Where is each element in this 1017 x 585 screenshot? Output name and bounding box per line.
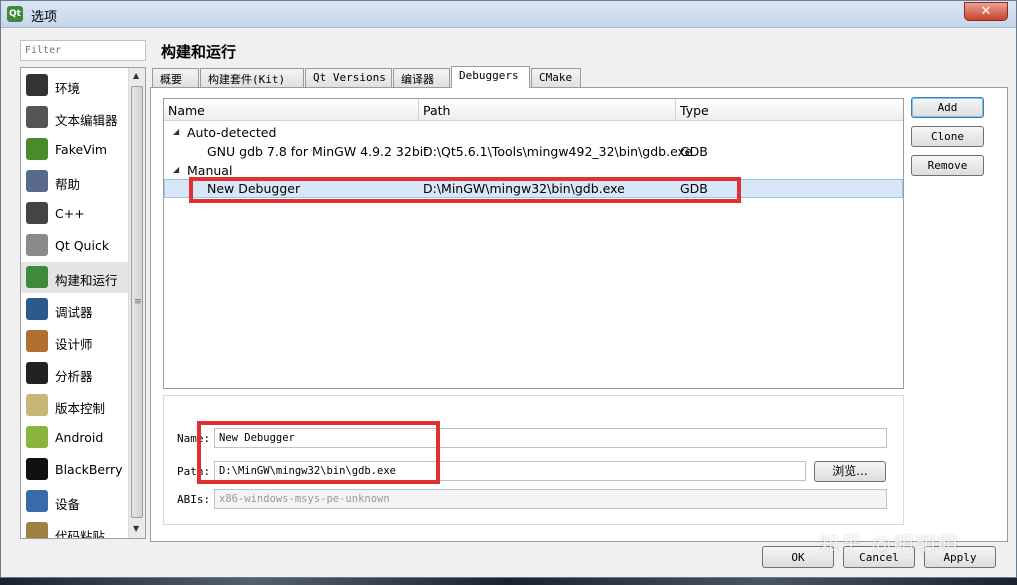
sidebar-item[interactable]: Qt Quick <box>21 230 128 261</box>
sidebar-item-label: 分析器 <box>55 369 93 384</box>
qt-icon: Qt <box>7 6 23 22</box>
filter-input[interactable] <box>20 40 146 61</box>
category-sidebar: 代码粘贴 设备 BlackBerry Android 版本控制 分析器 设计师 调试器 构建和运… <box>20 67 146 539</box>
sidebar-item-label: 设备 <box>55 497 81 512</box>
help-icon <box>26 170 48 192</box>
code-paste-icon <box>26 522 48 538</box>
debugger-tree: Name Path Type ◢ Auto-detected GNU gdb 7… <box>163 98 904 389</box>
sidebar-item[interactable]: C++ <box>21 198 128 229</box>
debugger-icon <box>26 298 48 320</box>
watermark: 知乎 @明明明 <box>819 532 960 556</box>
path-field[interactable] <box>214 461 806 481</box>
monitor-icon <box>26 74 48 96</box>
debugger-type: GDB <box>680 144 708 159</box>
window-title: 选项 <box>31 10 58 25</box>
group-label: Auto-detected <box>187 125 277 140</box>
title-bar: Qt 选项 ✕ <box>1 1 1016 28</box>
sidebar-item-label: 调试器 <box>55 305 93 320</box>
column-header-path[interactable]: Path <box>423 103 450 118</box>
clone-button[interactable]: Clone <box>911 126 984 147</box>
sidebar-item[interactable]: 设备 <box>21 486 128 517</box>
sidebar-item-label: 环境 <box>55 81 81 96</box>
analyzer-icon <box>26 362 48 384</box>
sidebar-item[interactable]: 环境 <box>21 70 128 101</box>
text-editor-icon <box>26 106 48 128</box>
scroll-down-icon[interactable]: ▼ <box>133 524 139 533</box>
version-control-icon <box>26 394 48 416</box>
sidebar-item[interactable]: 设计师 <box>21 326 128 357</box>
sidebar-item[interactable]: 代码粘贴 <box>21 518 128 539</box>
sidebar-scrollbar[interactable]: ▲ ≡ ▼ <box>128 68 145 538</box>
fakevim-icon <box>26 138 48 160</box>
column-divider[interactable] <box>675 99 676 121</box>
sidebar-item[interactable]: 文本编辑器 <box>21 102 128 133</box>
tab[interactable]: Debuggers <box>451 66 530 88</box>
options-dialog: Qt 选项 ✕ 代码粘贴 设备 BlackBerry Android 版本控制 分析器 设计… <box>0 0 1017 578</box>
table-row[interactable]: GNU gdb 7.8 for MinGW 4.9.2 32bit D:\Qt5… <box>164 142 903 161</box>
sidebar-item[interactable]: 版本控制 <box>21 390 128 421</box>
tab[interactable]: 构建套件(Kit) <box>200 68 304 87</box>
column-header-type[interactable]: Type <box>680 103 709 118</box>
remove-button[interactable]: Remove <box>911 155 984 176</box>
sidebar-item[interactable]: 构建和运行 <box>21 262 128 293</box>
sidebar-item-label: 构建和运行 <box>55 273 118 288</box>
designer-icon <box>26 330 48 352</box>
add-button[interactable]: Add <box>911 97 984 118</box>
braces-icon <box>26 202 48 224</box>
blackberry-icon <box>26 458 48 480</box>
abis-field <box>214 489 887 509</box>
tab[interactable]: Qt Versions <box>305 68 392 87</box>
table-row[interactable]: New Debugger D:\MinGW\mingw32\bin\gdb.ex… <box>164 179 903 198</box>
debugger-name: New Debugger <box>207 181 301 196</box>
tree-group-auto-detected[interactable]: ◢ Auto-detected <box>164 123 903 142</box>
sidebar-item[interactable]: 调试器 <box>21 294 128 325</box>
scrollbar-thumb[interactable]: ≡ <box>131 86 143 518</box>
column-header-name[interactable]: Name <box>168 103 205 118</box>
device-icon <box>26 490 48 512</box>
group-label: Manual <box>187 163 233 178</box>
sidebar-item-label: FakeVim <box>55 142 108 157</box>
sidebar-item-label: C++ <box>55 206 85 221</box>
sidebar-item[interactable]: Android <box>21 422 128 453</box>
tab[interactable]: CMake <box>531 68 581 87</box>
tab[interactable]: 编译器 <box>393 68 450 87</box>
sidebar-item-label: 版本控制 <box>55 401 106 416</box>
close-button[interactable]: ✕ <box>964 2 1008 21</box>
sidebar-item-label: 文本编辑器 <box>55 113 118 128</box>
sidebar-item-label: 设计师 <box>55 337 93 352</box>
page-title: 构建和运行 <box>161 43 237 61</box>
sidebar-item-label: Android <box>55 430 104 445</box>
expand-arrow-icon[interactable]: ◢ <box>173 165 179 174</box>
path-label: Path: <box>177 465 211 478</box>
debugger-name: GNU gdb 7.8 for MinGW 4.9.2 32bit <box>207 144 429 159</box>
sidebar-item-label: BlackBerry <box>55 462 123 477</box>
column-divider[interactable] <box>418 99 419 121</box>
build-run-icon <box>26 266 48 288</box>
debugger-type: GDB <box>680 181 708 196</box>
debugger-path: D:\MinGW\mingw32\bin\gdb.exe <box>423 181 625 196</box>
debugger-path: D:\Qt5.6.1\Tools\mingw492_32\bin\gdb.exe <box>423 144 693 159</box>
sidebar-item[interactable]: FakeVim <box>21 134 128 165</box>
name-label: Name: <box>177 432 211 445</box>
sidebar-item[interactable]: 分析器 <box>21 358 128 389</box>
sidebar-item[interactable]: BlackBerry <box>21 454 128 485</box>
tree-group-manual[interactable]: ◢ Manual <box>164 161 903 180</box>
name-field[interactable] <box>214 428 887 448</box>
tree-header: Name Path Type <box>164 99 903 121</box>
taskbar <box>0 578 1017 585</box>
scroll-up-icon[interactable]: ▲ <box>133 71 139 80</box>
abis-label: ABIs: <box>177 493 211 506</box>
tab[interactable]: 概要 <box>152 68 199 87</box>
android-icon <box>26 426 48 448</box>
sidebar-item-label: Qt Quick <box>55 238 110 253</box>
grip-icon: ≡ <box>134 297 142 307</box>
sidebar-item[interactable]: 帮助 <box>21 166 128 197</box>
paper-plane-icon <box>26 234 48 256</box>
browse-button[interactable]: 浏览... <box>814 461 886 482</box>
expand-arrow-icon[interactable]: ◢ <box>173 127 179 136</box>
sidebar-item-label: 帮助 <box>55 177 81 192</box>
sidebar-item-label: 代码粘贴 <box>55 529 106 539</box>
